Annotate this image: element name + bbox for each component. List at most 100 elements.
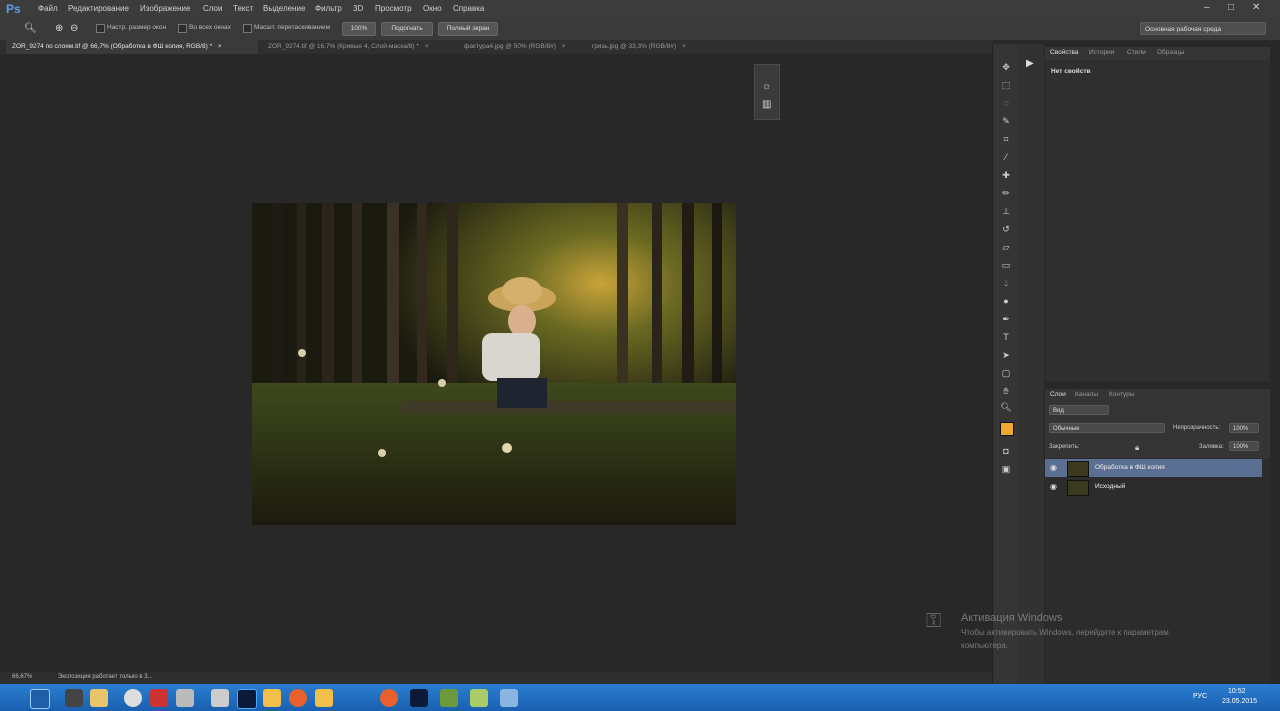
brush-tool-icon[interactable]: ✏	[999, 186, 1013, 200]
menu-window[interactable]: Окно	[423, 4, 442, 13]
all-windows-checkbox[interactable]	[178, 24, 187, 33]
browser-icon[interactable]	[124, 689, 142, 707]
history-brush-tool-icon[interactable]: ↺	[999, 222, 1013, 236]
zoom-in-icon[interactable]: ⊕	[55, 23, 63, 34]
layer-row[interactable]: ◉ Исходный	[1045, 478, 1262, 496]
fit-screen-button[interactable]: Подогнать	[381, 22, 433, 36]
play-icon[interactable]: ▶	[1026, 58, 1034, 69]
app-icon[interactable]	[65, 689, 83, 707]
workspace-select[interactable]: Основная рабочая среда	[1140, 22, 1266, 35]
zoom-100-button[interactable]: 100%	[342, 22, 376, 36]
gradient-tool-icon[interactable]: ▭	[999, 258, 1013, 272]
fill-input[interactable]: 100%	[1229, 441, 1259, 451]
screen-mode-icon[interactable]: ▣	[999, 462, 1013, 476]
tab-history[interactable]: Истории	[1089, 49, 1114, 56]
menu-3d[interactable]: 3D	[353, 4, 363, 13]
menu-type[interactable]: Текст	[233, 4, 253, 13]
blur-tool-icon[interactable]: 💧︎	[999, 276, 1013, 290]
foreground-color-swatch[interactable]	[1000, 422, 1014, 436]
layer-name[interactable]: Исходный	[1095, 483, 1125, 490]
tab-properties[interactable]: Свойства	[1050, 49, 1079, 56]
tab-layers[interactable]: Слои	[1050, 391, 1066, 398]
app-icon[interactable]	[440, 689, 458, 707]
folder-icon[interactable]	[263, 689, 281, 707]
move-tool-icon[interactable]: ✥	[999, 60, 1013, 74]
fill-screen-button[interactable]: Полный экран	[438, 22, 498, 36]
photoshop-taskbar-icon[interactable]	[237, 689, 257, 709]
layer-row[interactable]: ◉ Обработка в ФШ копия	[1045, 459, 1262, 477]
maximize-button[interactable]: □	[1228, 2, 1234, 13]
folder-icon[interactable]	[90, 689, 108, 707]
tab-document-4[interactable]: грязь.jpg @ 33,3% (RGB/8#) ×	[586, 40, 706, 54]
tab-document-1[interactable]: ZOR_9274 по слоям.tif @ 66,7% (Обработка…	[6, 40, 258, 54]
menu-edit[interactable]: Редактирование	[68, 4, 129, 13]
tab-channels[interactable]: Каналы	[1075, 391, 1098, 398]
lasso-tool-icon[interactable]: ◌	[999, 96, 1013, 110]
eraser-tool-icon[interactable]: ▱	[999, 240, 1013, 254]
brightness-icon[interactable]: ☼	[762, 81, 771, 92]
zoom-out-icon[interactable]: ⊖	[70, 23, 78, 34]
photoshop-taskbar-icon[interactable]	[410, 689, 428, 707]
dodge-tool-icon[interactable]: ●	[999, 294, 1013, 308]
zoom-level[interactable]: 66,67%	[12, 674, 32, 680]
quick-mask-icon[interactable]: ◘	[999, 444, 1013, 458]
tab-document-3[interactable]: фактура4.jpg @ 50% (RGB/8#) ×	[458, 40, 586, 54]
histogram-icon[interactable]: ▥	[762, 99, 771, 110]
firefox-icon[interactable]	[289, 689, 307, 707]
tab-close-icon[interactable]: ×	[682, 43, 686, 50]
status-message[interactable]: Экспозиция работает только в 3...	[58, 674, 153, 680]
visibility-eye-icon[interactable]: ◉	[1050, 463, 1057, 472]
menu-layers[interactable]: Слои	[203, 4, 222, 13]
layer-filter-select[interactable]: Вид	[1049, 405, 1109, 415]
tab-close-icon[interactable]: ×	[218, 43, 222, 50]
stamp-tool-icon[interactable]: ⊥	[999, 204, 1013, 218]
layer-thumbnail	[1067, 461, 1089, 477]
pen-tool-icon[interactable]: ✒	[999, 312, 1013, 326]
close-button[interactable]: ✕	[1252, 2, 1260, 13]
path-select-tool-icon[interactable]: ➤	[999, 348, 1013, 362]
resize-windows-checkbox[interactable]	[96, 24, 105, 33]
menu-file[interactable]: Файл	[38, 4, 58, 13]
hand-tool-icon[interactable]: ✋︎	[999, 384, 1013, 398]
blend-mode-select[interactable]: Обычные	[1049, 423, 1165, 433]
opacity-input[interactable]: 100%	[1229, 423, 1259, 433]
crop-tool-icon[interactable]: ⌗	[999, 132, 1013, 146]
menu-view[interactable]: Просмотр	[375, 4, 412, 13]
tab-close-icon[interactable]: ×	[562, 43, 566, 50]
zoom-tool-icon[interactable]: 🔍︎	[24, 23, 37, 34]
forest-photo	[252, 203, 736, 525]
tab-swatches[interactable]: Образцы	[1157, 49, 1184, 56]
zoom-tool-icon[interactable]: 🔍︎	[999, 400, 1013, 414]
menu-filter[interactable]: Фильтр	[315, 4, 342, 13]
minimize-button[interactable]: –	[1204, 2, 1210, 13]
clock-date[interactable]: 23.05.2015	[1222, 698, 1257, 705]
document-image[interactable]	[252, 203, 736, 525]
language-indicator[interactable]: РУС	[1193, 693, 1207, 700]
lock-icon[interactable]: 🔒︎	[1135, 443, 1139, 453]
desktop-icon[interactable]	[30, 689, 50, 709]
quick-select-tool-icon[interactable]: ✎	[999, 114, 1013, 128]
visibility-eye-icon[interactable]: ◉	[1050, 482, 1057, 491]
folder-icon[interactable]	[315, 689, 333, 707]
healing-tool-icon[interactable]: ✚	[999, 168, 1013, 182]
shape-tool-icon[interactable]: ▢	[999, 366, 1013, 380]
app-icon[interactable]	[500, 689, 518, 707]
clock-time[interactable]: 10:52	[1228, 688, 1246, 695]
menu-image[interactable]: Изображение	[140, 4, 190, 13]
app-icon[interactable]	[150, 689, 168, 707]
tab-styles[interactable]: Стили	[1127, 49, 1146, 56]
eyedropper-tool-icon[interactable]: ⁄	[999, 150, 1013, 164]
layer-name[interactable]: Обработка в ФШ копия	[1095, 464, 1165, 471]
tab-close-icon[interactable]: ×	[425, 43, 429, 50]
tab-paths[interactable]: Контуры	[1109, 391, 1135, 398]
menu-select[interactable]: Выделение	[263, 4, 305, 13]
app-icon[interactable]	[211, 689, 229, 707]
app-icon[interactable]	[176, 689, 194, 707]
tab-document-2[interactable]: ZOR_9274.tif @ 16,7% (Кривые 4, Слой-мас…	[262, 40, 458, 54]
scrubby-zoom-checkbox[interactable]	[243, 24, 252, 33]
menu-help[interactable]: Справка	[453, 4, 484, 13]
type-tool-icon[interactable]: T	[999, 330, 1013, 344]
marquee-tool-icon[interactable]: ⬚	[999, 78, 1013, 92]
firefox-icon[interactable]	[380, 689, 398, 707]
app-icon[interactable]	[470, 689, 488, 707]
